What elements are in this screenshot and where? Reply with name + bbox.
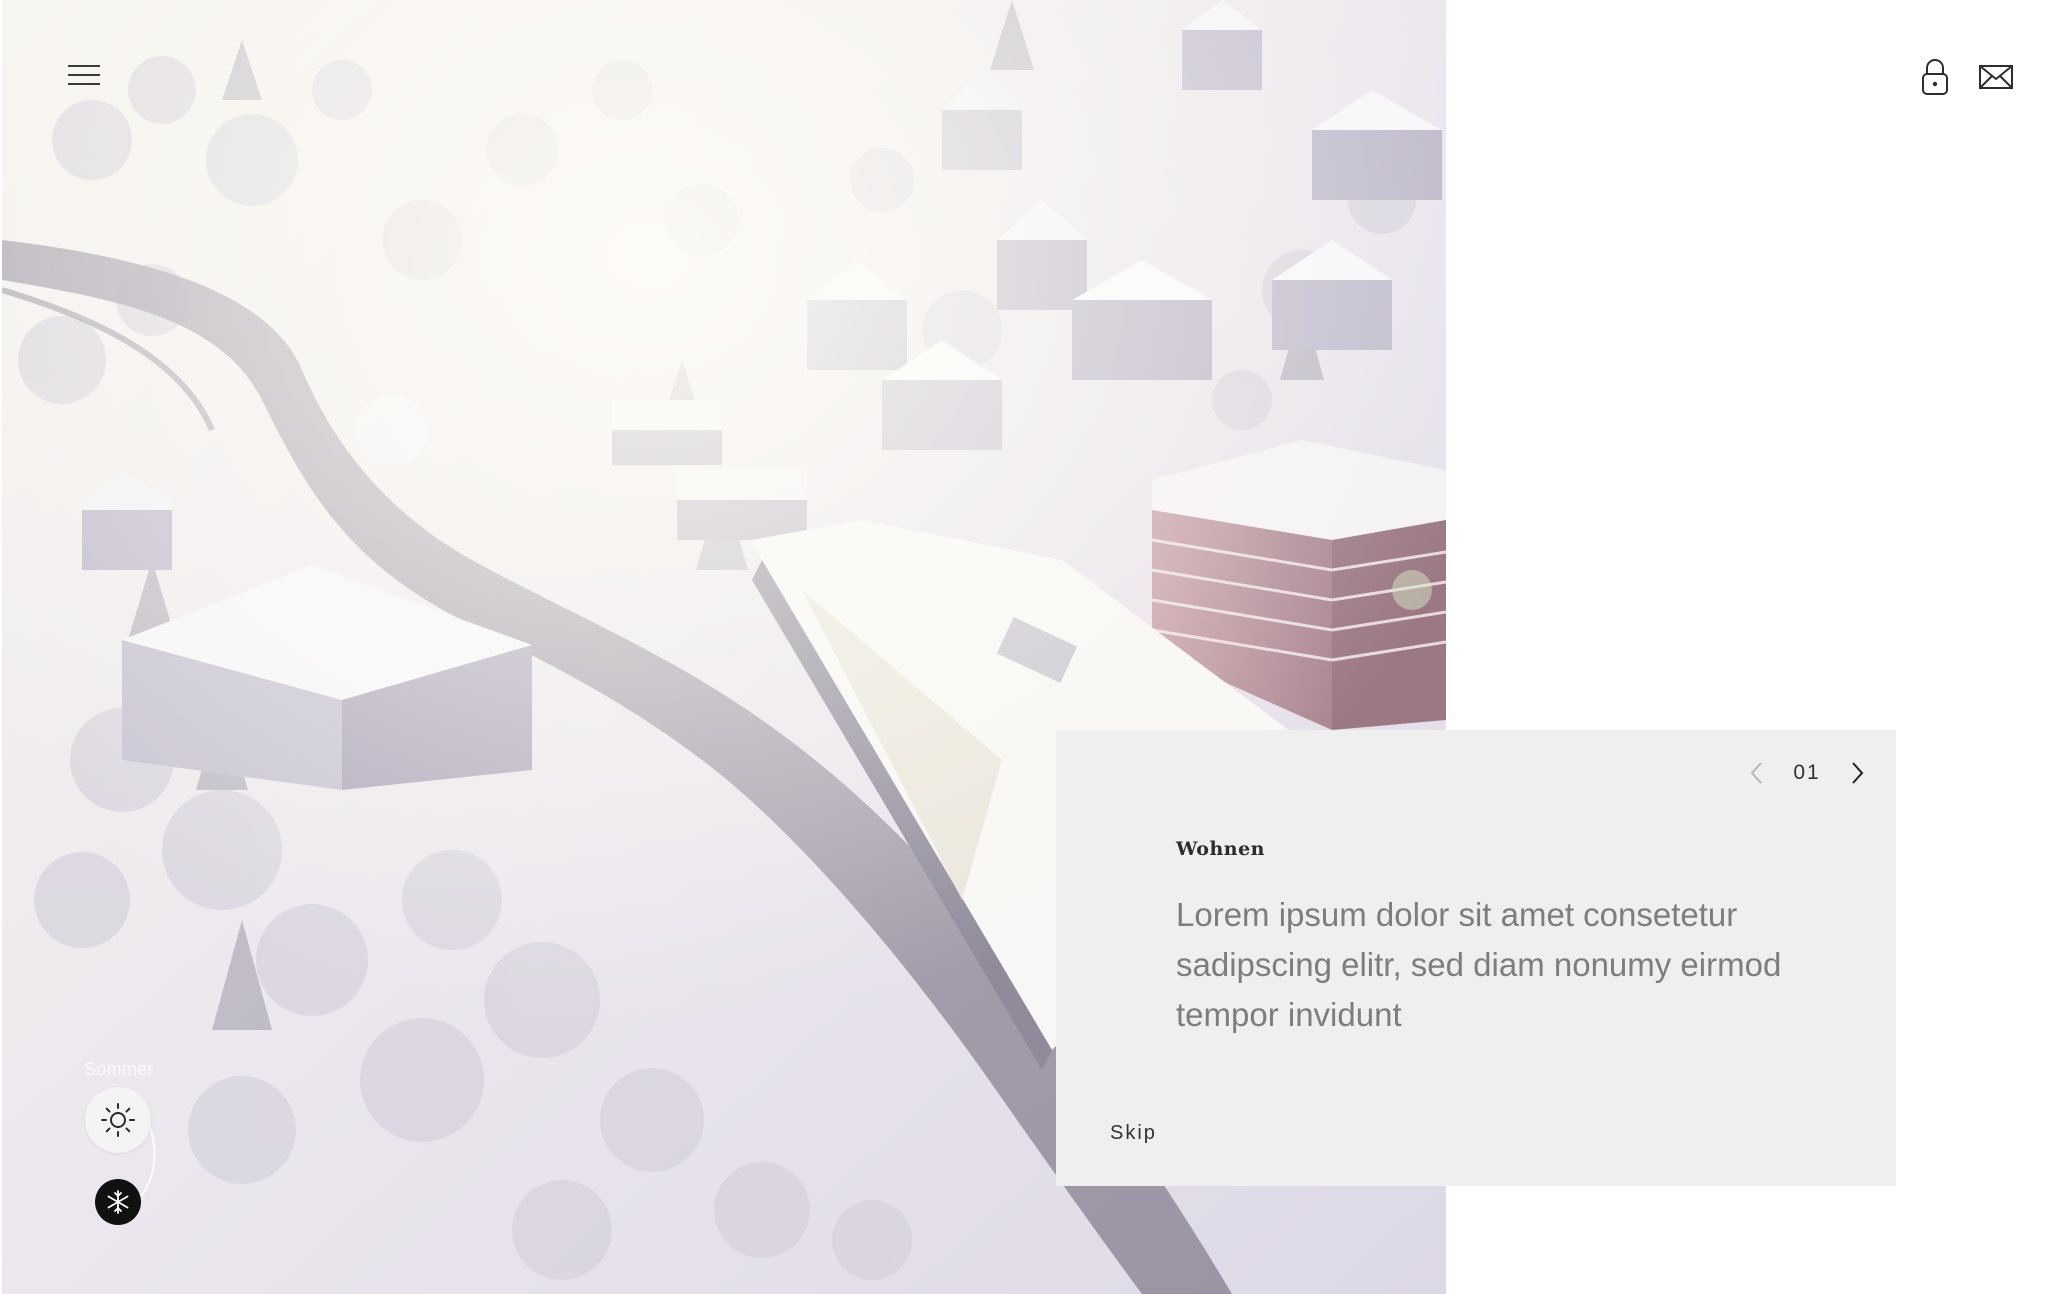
skip-button[interactable]: Skip xyxy=(1110,1122,1157,1145)
winter-button[interactable] xyxy=(95,1179,141,1225)
header-actions xyxy=(1920,58,2014,96)
season-label: Sommer xyxy=(84,1059,154,1079)
menu-button[interactable] xyxy=(66,62,106,88)
pager: 01 xyxy=(1748,760,1866,786)
snowflake-icon xyxy=(107,1190,129,1214)
card-title: Wohnen xyxy=(1176,838,1265,860)
sun-icon xyxy=(101,1103,135,1137)
hamburger-menu-line xyxy=(68,74,100,76)
lock-icon[interactable] xyxy=(1920,58,1950,96)
summer-button[interactable] xyxy=(85,1087,151,1153)
hamburger-menu-line xyxy=(68,83,100,85)
page-number: 01 xyxy=(1793,761,1821,784)
chevron-right-icon[interactable] xyxy=(1848,760,1866,786)
hamburger-menu-icon xyxy=(68,65,100,67)
card-body-text: Lorem ipsum dolor sit amet consetetur sa… xyxy=(1176,896,1782,1033)
mail-icon[interactable] xyxy=(1978,63,2014,91)
info-card: 01 Wohnen Lorem ipsum dolor sit amet con… xyxy=(1056,730,1896,1186)
page: Sommer 01 Wohnen Lorem ipsum dolor sit a… xyxy=(0,0,2048,1294)
chevron-left-icon[interactable] xyxy=(1748,760,1766,786)
